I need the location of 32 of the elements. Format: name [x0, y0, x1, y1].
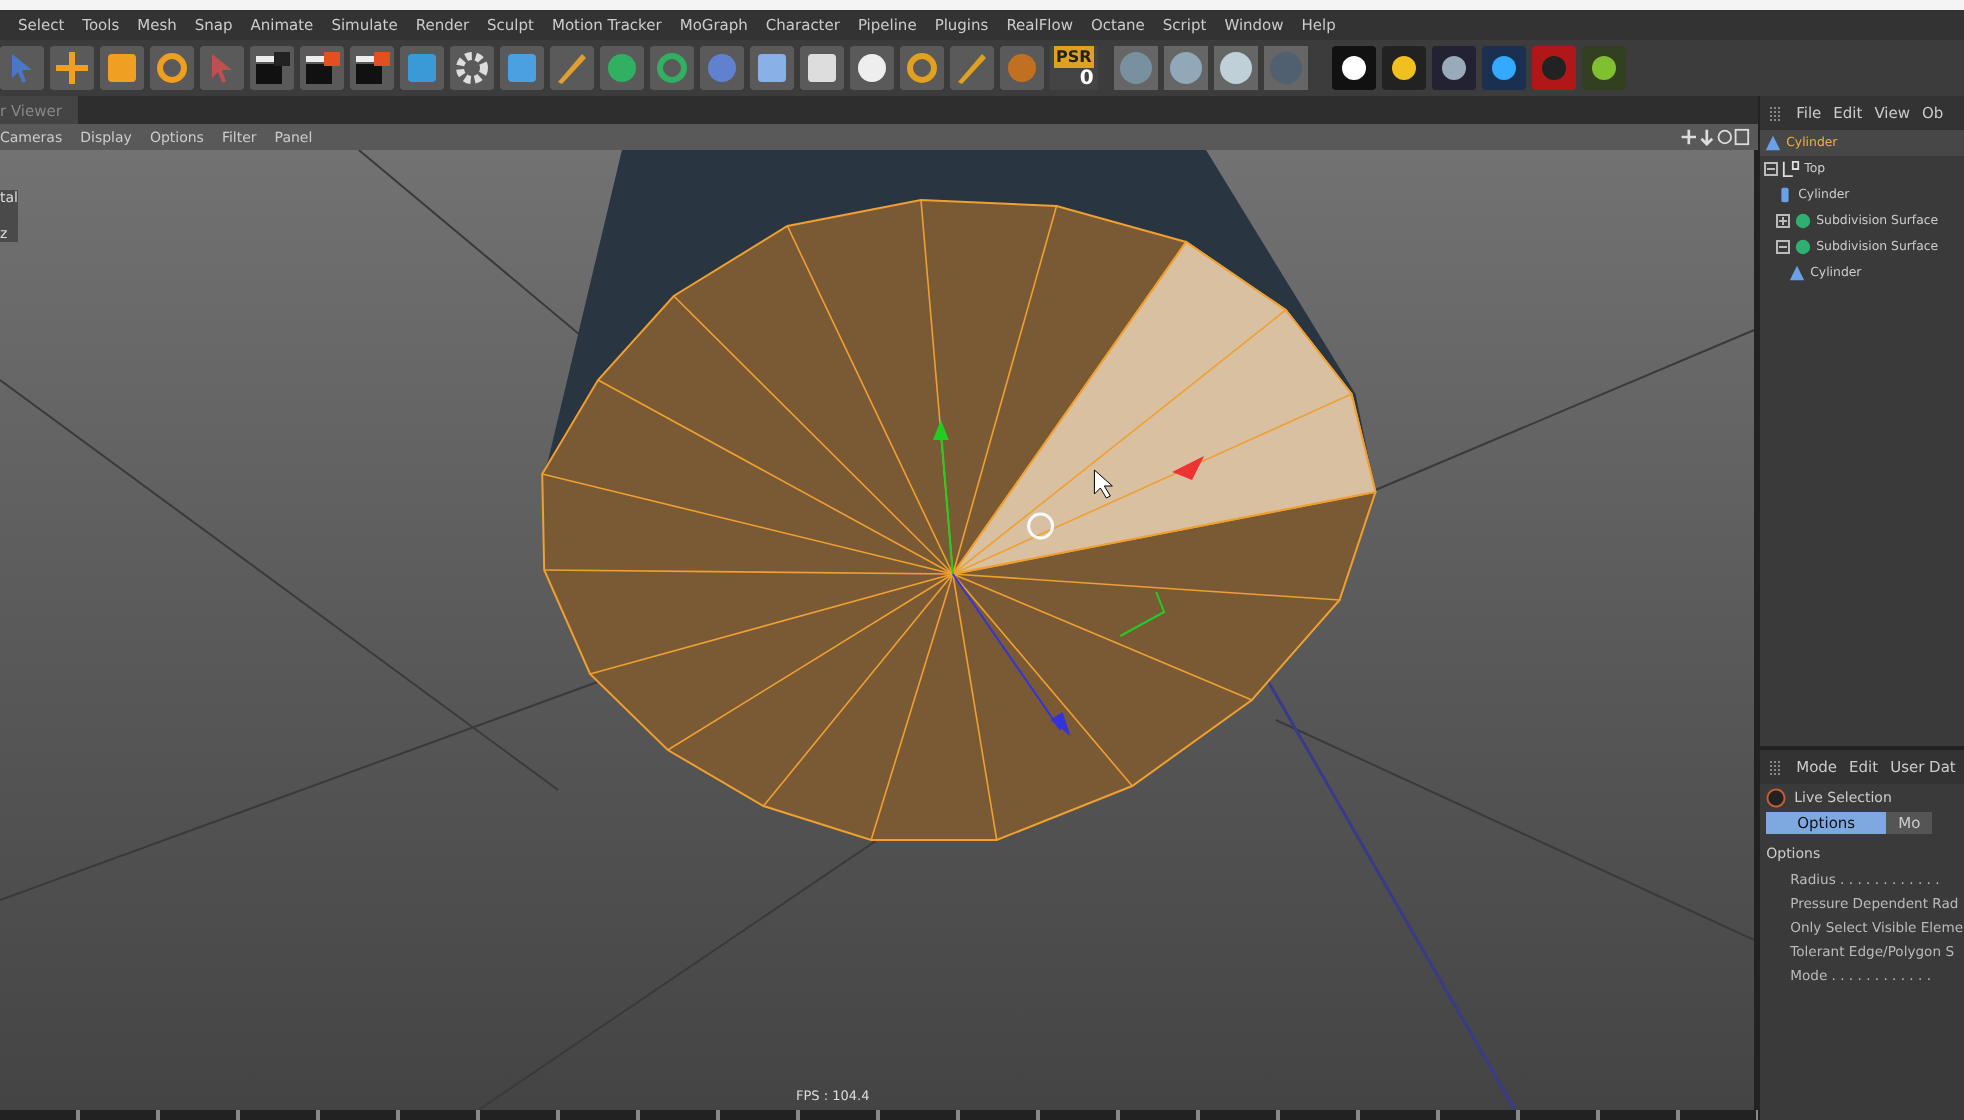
live-selection-icon	[1766, 788, 1787, 808]
navigation-icon[interactable]	[1676, 128, 1753, 146]
object-icon	[1764, 134, 1783, 152]
mouse-cursor-icon	[1093, 469, 1113, 499]
sphere-icon[interactable]	[1213, 46, 1258, 90]
clapper-icon[interactable]	[300, 46, 344, 90]
polygon-object-icon[interactable]	[600, 46, 644, 90]
pivot-icon[interactable]	[1027, 512, 1055, 540]
timeline-ruler[interactable]	[0, 1110, 1759, 1120]
move-icon[interactable]	[50, 46, 94, 90]
floor-grid-icon[interactable]	[750, 46, 794, 90]
null-object-icon	[1782, 160, 1801, 178]
settings-icon[interactable]	[450, 46, 494, 90]
expand-toggle[interactable]	[1764, 162, 1779, 176]
clapper-icon[interactable]	[350, 46, 394, 90]
object-icon	[1788, 264, 1807, 282]
cylinder-icon	[1776, 186, 1795, 204]
cylinder-drawing[interactable]	[541, 150, 1377, 841]
grip-icon[interactable]	[1768, 759, 1785, 775]
scale-icon[interactable]	[100, 46, 144, 90]
sphere-icon[interactable]	[1113, 46, 1158, 90]
psr-value: 0	[1079, 68, 1094, 90]
clapper-icon[interactable]	[250, 46, 294, 90]
rotate-icon[interactable]	[150, 46, 194, 90]
grip-icon[interactable]	[1768, 105, 1785, 121]
psr-label: PSR	[1054, 46, 1094, 68]
axis-gizmo-drawing[interactable]	[932, 420, 1205, 736]
sphere-icon[interactable]	[1163, 46, 1208, 90]
psr-indicator[interactable]: PSR 0	[1050, 46, 1098, 90]
expand-toggle[interactable]	[1776, 240, 1791, 254]
record-icon[interactable]	[1531, 46, 1576, 90]
expand-toggle[interactable]	[1776, 214, 1791, 228]
